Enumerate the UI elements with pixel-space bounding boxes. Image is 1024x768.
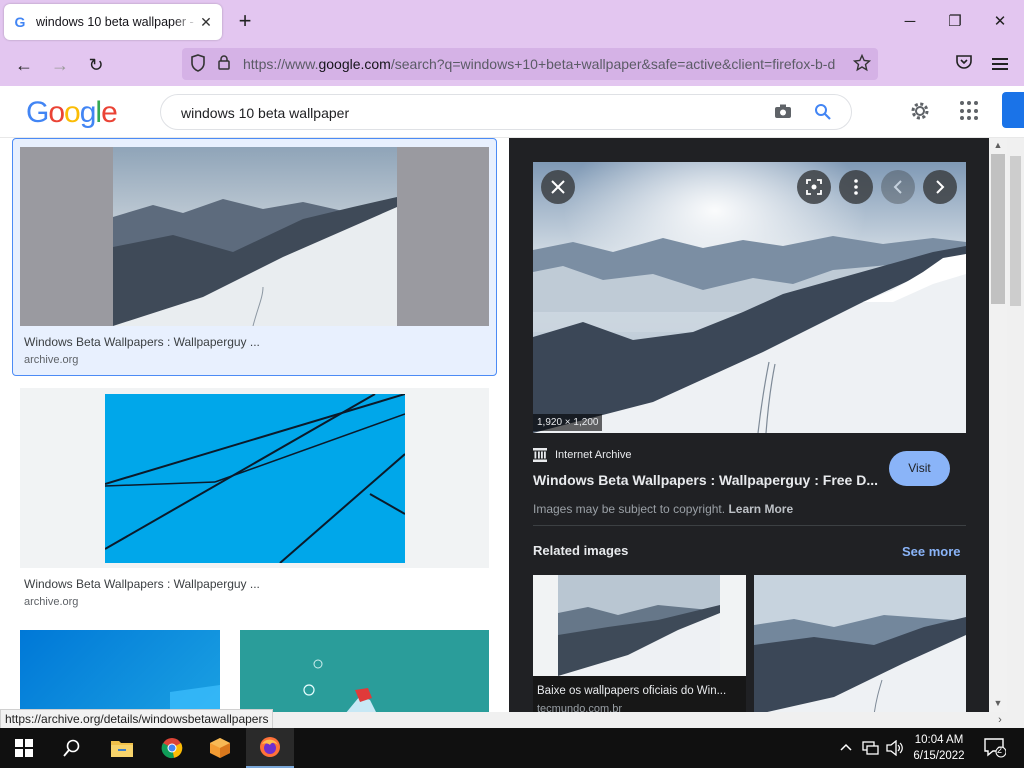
link-status-url: https://archive.org/details/windowsbetaw…	[0, 709, 274, 729]
preview-title[interactable]: Windows Beta Wallpapers : Wallpaperguy :…	[533, 472, 878, 488]
image-result-card[interactable]: Windows Beta Wallpapers : Wallpaperguy .…	[12, 138, 497, 376]
browser-tab-bar: G windows 10 beta wallpaper - Google Sea…	[0, 0, 1024, 44]
related-image-card[interactable]	[754, 575, 966, 712]
google-logo[interactable]: Google	[26, 96, 118, 130]
sign-in-button[interactable]	[1002, 92, 1024, 128]
url-path: /search?q=windows+10+beta+wallpaper&safe…	[390, 56, 836, 72]
see-more-link[interactable]: See more	[902, 544, 961, 559]
archive-icon	[533, 448, 547, 462]
logo-letter-o1: o	[48, 96, 65, 129]
lock-icon[interactable]	[214, 54, 234, 74]
scroll-up-icon[interactable]: ▲	[989, 138, 1007, 152]
search-input[interactable]: windows 10 beta wallpaper	[160, 94, 852, 130]
back-button[interactable]: ←	[12, 53, 36, 77]
logo-letter-e: e	[101, 96, 118, 129]
camera-icon[interactable]	[773, 103, 793, 123]
search-taskbar-icon[interactable]	[48, 728, 96, 768]
url-text[interactable]: https://www.google.com/search?q=windows+…	[243, 56, 843, 72]
next-image-icon[interactable]	[923, 170, 957, 204]
result-thumbnail[interactable]	[240, 630, 489, 712]
image-results-grid: Windows Beta Wallpapers : Wallpaperguy .…	[0, 138, 509, 712]
page-scroll-thumb[interactable]	[1010, 156, 1021, 306]
divider	[533, 525, 966, 526]
tab-close-icon[interactable]: ✕	[198, 14, 214, 30]
scroll-right-icon[interactable]: ›	[992, 712, 1008, 728]
close-window-button[interactable]: ✕	[990, 12, 1010, 32]
forward-button[interactable]: →	[48, 53, 72, 77]
result-title[interactable]: Windows Beta Wallpapers : Wallpaperguy .…	[24, 335, 260, 349]
result-source[interactable]: archive.org	[24, 354, 78, 366]
related-caption: Baixe os wallpapers oficiais do Win...	[537, 685, 727, 697]
url-prefix: https://www.	[243, 56, 319, 72]
image-preview-panel: 1,920 × 1,200 Internet Archive Windows B…	[509, 138, 989, 712]
close-panel-button[interactable]	[541, 170, 575, 204]
reload-button[interactable]: ↻	[84, 53, 108, 77]
previous-image-icon[interactable]	[881, 170, 915, 204]
notification-count: 2	[997, 745, 1003, 755]
file-explorer-icon[interactable]	[98, 728, 146, 768]
start-button[interactable]	[0, 728, 48, 768]
browser-tab[interactable]: G windows 10 beta wallpaper - Google Sea…	[4, 4, 222, 40]
result-title[interactable]: Windows Beta Wallpapers : Wallpaperguy .…	[24, 577, 260, 591]
clock-time: 10:04 AM	[914, 734, 964, 746]
browser-nav-bar: ← → ↻ https://www.google.com/search?q=wi…	[0, 44, 1024, 86]
scroll-thumb[interactable]	[991, 154, 1005, 304]
volume-icon[interactable]	[886, 739, 904, 759]
notifications-icon[interactable]: 2	[984, 738, 1007, 761]
logo-letter-g: G	[26, 96, 49, 129]
network-icon[interactable]	[862, 740, 880, 759]
source-name: Internet Archive	[555, 449, 632, 461]
google-apps-icon[interactable]	[960, 101, 980, 121]
result-thumbnail[interactable]	[20, 147, 489, 326]
copyright-notice: Images may be subject to copyright. Lear…	[533, 502, 793, 516]
settings-gear-icon[interactable]	[908, 100, 932, 124]
minimize-button[interactable]: ─	[900, 12, 920, 32]
menu-icon[interactable]	[988, 53, 1012, 77]
related-source: tecmundo.com.br	[537, 703, 622, 712]
tray-expand-icon[interactable]	[840, 740, 852, 755]
lens-search-icon[interactable]	[797, 170, 831, 204]
maximize-button[interactable]: ❐	[945, 12, 965, 32]
search-query-text: windows 10 beta wallpaper	[181, 105, 350, 121]
result-source[interactable]: archive.org	[24, 596, 78, 608]
app-cube-icon[interactable]	[196, 728, 244, 768]
result-thumbnail[interactable]	[20, 388, 489, 568]
learn-more-link[interactable]: Learn More	[728, 502, 793, 516]
result-thumbnail[interactable]	[20, 630, 220, 712]
pocket-icon[interactable]	[952, 53, 976, 77]
firefox-icon[interactable]	[246, 728, 294, 768]
image-result-card[interactable]: Windows Beta Wallpapers : Wallpaperguy .…	[12, 386, 497, 616]
logo-letter-o2: o	[64, 96, 81, 129]
more-options-icon[interactable]	[839, 170, 873, 204]
source-line[interactable]: Internet Archive	[533, 448, 631, 462]
new-tab-button[interactable]: +	[234, 10, 256, 32]
clock-date: 6/15/2022	[913, 750, 965, 762]
shield-icon[interactable]	[188, 54, 208, 74]
chrome-icon[interactable]	[148, 728, 196, 768]
image-dimensions: 1,920 × 1,200	[533, 414, 603, 431]
logo-letter-g2: g	[79, 96, 97, 129]
scroll-down-icon[interactable]: ▼	[989, 696, 1007, 710]
page-scrollbar[interactable]	[1007, 138, 1024, 712]
star-icon[interactable]	[852, 53, 872, 74]
google-favicon-icon: G	[14, 14, 26, 30]
visit-button[interactable]: Visit	[889, 451, 950, 486]
related-images-heading: Related images	[533, 543, 629, 558]
windows-taskbar: 10:04 AM 6/15/2022 2	[0, 728, 1024, 768]
related-image-card[interactable]: Baixe os wallpapers oficiais do Win... t…	[533, 575, 746, 712]
panel-scrollbar[interactable]: ▲ ▼	[989, 138, 1007, 712]
copyright-text: Images may be subject to copyright.	[533, 502, 726, 516]
search-icon[interactable]	[813, 103, 833, 123]
address-bar[interactable]: https://www.google.com/search?q=windows+…	[182, 48, 878, 80]
clock[interactable]: 10:04 AM 6/15/2022	[906, 732, 972, 764]
google-header: Google windows 10 beta wallpaper	[0, 86, 1024, 138]
tab-title: windows 10 beta wallpaper - Google Searc…	[36, 15, 198, 29]
url-domain: google.com	[318, 56, 391, 72]
